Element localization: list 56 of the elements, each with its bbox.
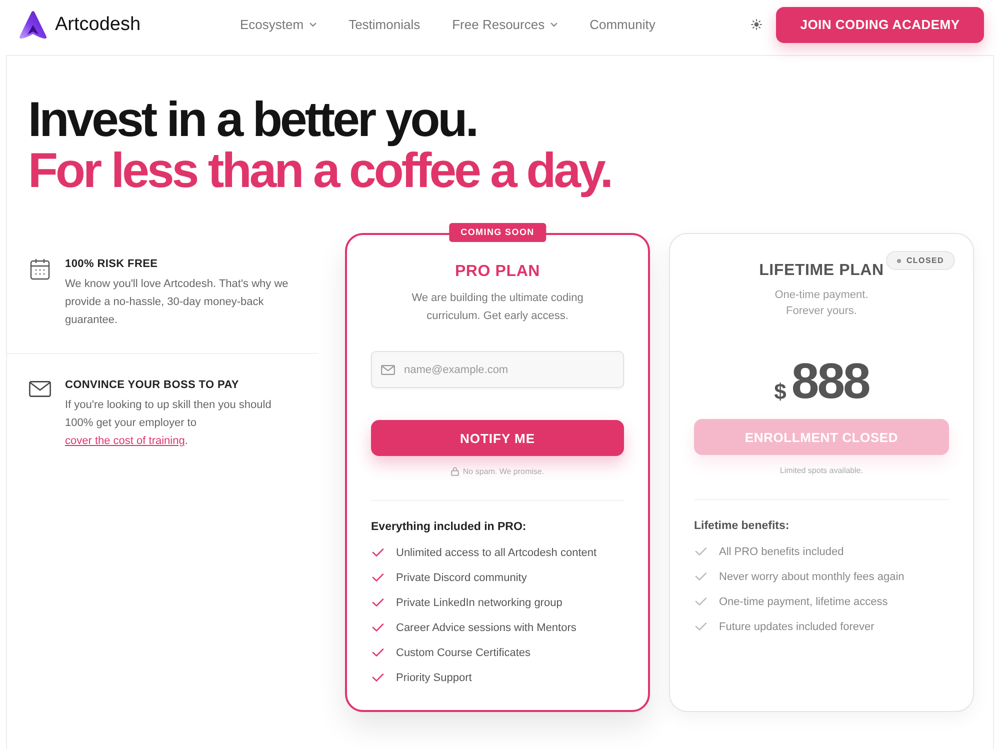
benefit-text: Custom Course Certificates bbox=[396, 646, 530, 658]
feature-description: We know you'll love Artcodesh. That's why we provide a no-hassle, 30-day money-back guarantee. bbox=[65, 277, 290, 328]
check-icon bbox=[695, 622, 707, 631]
benefit-text: Career Advice sessions with Mentors bbox=[396, 622, 576, 634]
plan-title: LIFETIME PLAN bbox=[759, 261, 884, 281]
benefit-text: Future updates included forever bbox=[719, 620, 874, 632]
price-amount: 888 bbox=[791, 356, 869, 406]
check-icon bbox=[372, 573, 384, 582]
feature-title: CONVINCE YOUR BOSS TO PAY bbox=[65, 378, 240, 393]
mail-icon bbox=[381, 364, 395, 374]
check-icon bbox=[372, 623, 384, 632]
nav-link[interactable]: Free Resources bbox=[452, 17, 558, 32]
cta-button[interactable]: JOIN CODING ACADEMY bbox=[776, 6, 984, 42]
chevron-down-icon bbox=[550, 22, 558, 27]
logo-icon[interactable] bbox=[18, 10, 48, 40]
plan-badge: COMING SOON bbox=[448, 223, 546, 242]
lock-icon bbox=[450, 466, 459, 476]
hero-subheading: For less than a coffee a day. bbox=[28, 146, 612, 197]
feature-description: If you're looking to up skill then you should 100% get your employer to cover the cost of training. bbox=[65, 398, 272, 449]
benefit-text: Unlimited access to all Artcodesh content bbox=[396, 546, 597, 558]
note-text: Limited spots available. bbox=[780, 466, 864, 474]
email-field[interactable]: name@example.com bbox=[371, 351, 624, 388]
benefit-text: Private Discord community bbox=[396, 572, 527, 584]
nav-link[interactable]: Ecosystem bbox=[240, 17, 317, 32]
benefit-text: Never worry about monthly fees again bbox=[719, 570, 904, 582]
status-label: CLOSED bbox=[906, 256, 944, 265]
hero-heading: Invest in a better you. bbox=[28, 95, 477, 146]
check-icon bbox=[695, 547, 707, 556]
dot-icon bbox=[897, 258, 902, 262]
check-icon bbox=[372, 598, 384, 607]
plan-title: PRO PLAN bbox=[454, 262, 540, 282]
feature-title: 100% RISK FREE bbox=[65, 257, 159, 272]
text-link[interactable]: cover the cost of training bbox=[65, 435, 185, 447]
mail-icon bbox=[29, 381, 51, 397]
note-text: No spam. We promise. bbox=[462, 466, 544, 476]
sun-icon[interactable] bbox=[751, 19, 762, 30]
check-icon bbox=[695, 572, 707, 581]
check-icon bbox=[372, 548, 384, 557]
chevron-down-icon bbox=[308, 22, 317, 27]
benefit-text: All PRO benefits included bbox=[719, 546, 844, 558]
benefit-text: Private LinkedIn networking group bbox=[396, 596, 562, 608]
benefit-text: One-time payment, lifetime access bbox=[719, 596, 888, 608]
nav-link[interactable]: Community bbox=[590, 17, 656, 32]
check-icon bbox=[372, 673, 384, 682]
benefits-title: Everything included in PRO: bbox=[371, 520, 526, 535]
plan-description: One-time payment. Forever yours. bbox=[774, 288, 870, 319]
check-icon bbox=[372, 648, 384, 657]
check-icon bbox=[695, 597, 707, 606]
notify-button[interactable]: NOTIFY ME bbox=[371, 420, 624, 456]
plan-description: We are building the ultimate coding curriculum. Get early access. bbox=[410, 291, 584, 324]
nav-link[interactable]: Testimonials bbox=[348, 17, 420, 32]
brand-name[interactable]: Artcodesh bbox=[55, 14, 141, 36]
currency-symbol: $ bbox=[774, 381, 786, 406]
calendar-icon bbox=[30, 258, 50, 280]
benefit-text: Priority Support bbox=[396, 672, 472, 684]
benefits-title: Lifetime benefits: bbox=[694, 519, 790, 534]
